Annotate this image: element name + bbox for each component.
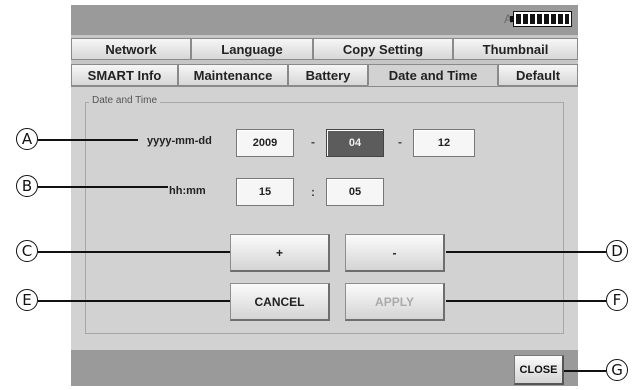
hour-field[interactable]: 15 xyxy=(236,178,294,206)
group-title: Date and Time xyxy=(89,95,161,106)
callout-e-leader xyxy=(38,300,230,302)
callout-d: D xyxy=(606,240,628,262)
tab-battery[interactable]: Battery xyxy=(288,64,368,86)
date-separator: - xyxy=(398,135,402,149)
tab-language[interactable]: Language xyxy=(191,38,313,60)
tab-row-top: Network Language Copy Setting Thumbnail xyxy=(71,38,578,60)
increment-button[interactable]: + xyxy=(230,234,330,272)
callout-e: E xyxy=(16,289,38,311)
cancel-button[interactable]: CANCEL xyxy=(230,283,330,321)
day-field[interactable]: 12 xyxy=(413,129,475,157)
tab-row-bottom: SMART Info Maintenance Battery Date and … xyxy=(71,64,578,86)
tab-maintenance[interactable]: Maintenance xyxy=(178,64,288,86)
apply-button[interactable]: APPLY xyxy=(345,283,445,321)
tab-default[interactable]: Default xyxy=(498,64,578,86)
callout-d-leader xyxy=(446,251,606,253)
status-bar: A xyxy=(71,5,578,35)
callout-b-leader xyxy=(38,186,168,188)
callout-c-leader xyxy=(38,251,230,253)
date-separator: - xyxy=(311,135,315,149)
minute-field[interactable]: 05 xyxy=(326,178,384,206)
year-field[interactable]: 2009 xyxy=(236,129,294,157)
callout-a: A xyxy=(16,128,38,150)
callout-f-leader xyxy=(446,300,606,302)
callout-c: C xyxy=(16,240,38,262)
tab-copy-setting[interactable]: Copy Setting xyxy=(313,38,453,60)
time-separator: : xyxy=(311,185,315,199)
tab-thumbnail[interactable]: Thumbnail xyxy=(453,38,578,60)
callout-f: F xyxy=(606,289,628,311)
callout-a-leader xyxy=(38,139,138,141)
battery-icon xyxy=(510,11,572,27)
callout-g-leader xyxy=(564,370,606,372)
tab-network[interactable]: Network xyxy=(71,38,191,60)
callout-g: G xyxy=(606,359,628,381)
time-format-label: hh:mm xyxy=(169,185,206,197)
month-field[interactable]: 04 xyxy=(326,129,384,157)
settings-screen: A Network Language Copy Setting Thumbnai… xyxy=(71,5,578,386)
bottom-bar xyxy=(71,350,578,386)
callout-b: B xyxy=(16,175,38,197)
tab-date-and-time[interactable]: Date and Time xyxy=(368,64,498,86)
close-button[interactable]: CLOSE xyxy=(514,355,564,385)
date-time-panel: Date and Time yyyy-mm-dd 2009 - 04 - 12 … xyxy=(71,86,578,352)
date-format-label: yyyy-mm-dd xyxy=(147,135,212,147)
decrement-button[interactable]: - xyxy=(345,234,445,272)
tab-smart-info[interactable]: SMART Info xyxy=(71,64,178,86)
